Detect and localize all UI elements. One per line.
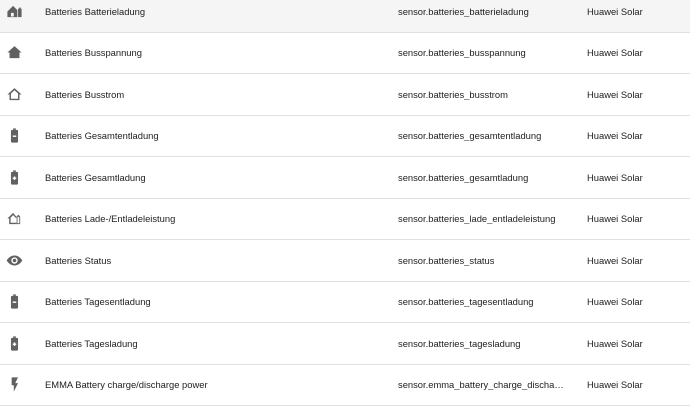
- entities-table: Batteries Batterieladung sensor.batterie…: [0, 0, 690, 414]
- entity-id: sensor.batteries_tagesladung: [398, 337, 521, 349]
- entity-name: Batteries Tagesentladung: [45, 296, 151, 308]
- battery-plus-icon: [4, 323, 24, 364]
- battery-plus-icon: [4, 157, 24, 198]
- entity-id: sensor.batteries_gesamtentladung: [398, 130, 542, 142]
- entity-name: Batteries Tagesladung: [45, 337, 138, 349]
- integration-name: Huawei Solar: [587, 171, 643, 183]
- entity-name: Batteries Status: [45, 254, 112, 266]
- entity-id: sensor.batteries_gesamtladung: [398, 171, 529, 183]
- home-battery-icon: [4, 199, 24, 240]
- integration-name: Huawei Solar: [587, 5, 643, 17]
- integration-name: Huawei Solar: [587, 213, 643, 225]
- integration-name: Huawei Solar: [587, 254, 643, 266]
- entity-name: EMMA Battery charge/discharge power: [45, 379, 208, 391]
- table-row[interactable]: Batteries Busstrom sensor.batteries_buss…: [0, 74, 690, 116]
- integration-name: Huawei Solar: [587, 337, 643, 349]
- integration-name: Huawei Solar: [587, 88, 643, 100]
- flash-icon: [4, 365, 24, 406]
- table-row[interactable]: Batteries Lade-/Entladeleistung sensor.b…: [0, 199, 690, 240]
- table-row[interactable]: Batteries Batterieladung sensor.batterie…: [0, 0, 690, 33]
- entity-name: Batteries Gesamtladung: [45, 171, 146, 183]
- table-row[interactable]: Batteries Tagesladung sensor.batteries_t…: [0, 323, 690, 365]
- table-row[interactable]: Batteries Gesamtentladung sensor.batteri…: [0, 116, 690, 157]
- table-row[interactable]: Batteries Tagesentladung sensor.batterie…: [0, 282, 690, 323]
- entity-id: sensor.batteries_busstrom: [398, 88, 508, 100]
- integration-name: Huawei Solar: [587, 130, 643, 142]
- entity-name: Batteries Gesamtentladung: [45, 130, 159, 142]
- entity-name: Batteries Batterieladung: [45, 5, 146, 17]
- entity-name: Batteries Lade-/Entladeleistung: [45, 213, 176, 225]
- battery-minus-icon: [4, 282, 24, 323]
- table-row[interactable]: Batteries Gesamtladung sensor.batteries_…: [0, 157, 690, 199]
- entity-id: sensor.batteries_tagesentladung: [398, 296, 534, 308]
- table-row[interactable]: Batteries Status sensor.batteries_status…: [0, 240, 690, 282]
- entity-id: sensor.batteries_status: [398, 254, 495, 266]
- integration-name: Huawei Solar: [587, 379, 643, 391]
- entity-id: sensor.batteries_busspannung: [398, 47, 526, 59]
- entity-name: Batteries Busstrom: [45, 88, 125, 100]
- home-filled-icon: [4, 33, 24, 74]
- integration-name: Huawei Solar: [587, 296, 643, 308]
- battery-home-charging-icon: [4, 0, 24, 32]
- home-outline-icon: [4, 74, 24, 115]
- table-row[interactable]: EMMA Battery charge/discharge power sens…: [0, 365, 690, 406]
- entity-id: sensor.emma_battery_charge_discharge...: [398, 379, 566, 391]
- battery-minus-icon: [4, 116, 24, 157]
- eye-icon: [4, 240, 24, 281]
- entity-id: sensor.batteries_lade_entladeleistung: [398, 213, 556, 225]
- table-row[interactable]: Batteries Busspannung sensor.batteries_b…: [0, 33, 690, 74]
- entity-id: sensor.batteries_batterieladung: [398, 5, 529, 17]
- integration-name: Huawei Solar: [587, 47, 643, 59]
- entity-name: Batteries Busspannung: [45, 47, 142, 59]
